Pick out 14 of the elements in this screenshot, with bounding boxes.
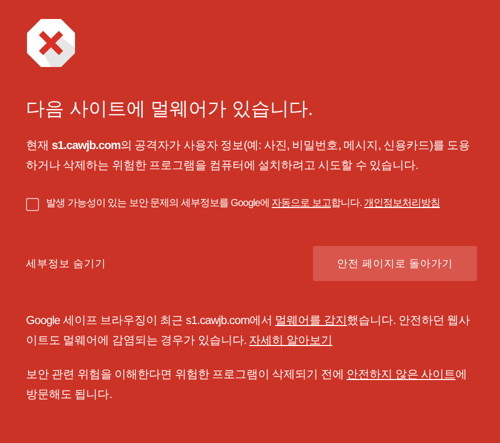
checkbox[interactable]	[26, 198, 39, 210]
link[interactable]: 자동으로 보고	[272, 198, 331, 209]
warning-text: 현재 s1.cawjb.com의 공격자가 사용자 정보(예: 사진, 비밀번호, 메시지, 신용카드)를 도용하거나 삭제하는 위험한 프로그램을 컴퓨터에 설치하려고 시도할 수 있습니다.	[26, 139, 471, 174]
link[interactable]: 개인정보처리방침	[364, 198, 440, 209]
page-heading: 다음 사이트에 멀웨어가 있습니다.	[26, 98, 314, 122]
link[interactable]: 안전하지 않은 사이트	[346, 369, 456, 381]
report-text: 발생 가능성이 있는 보안 문제의 세부정보를 Google에 자동으로 보고합니다. 개인정보처리방침	[46, 197, 440, 211]
link[interactable]: 멀웨어를 감지	[275, 315, 347, 327]
details-text: 보안 관련 위험을 이해한다면 위험한 프로그램이 삭제되기 전에 안전하지 않은 사이트에 방문해도 됩니다.	[26, 368, 468, 403]
back-to-safety-button[interactable]: 안전 페이지로 돌아가기	[313, 246, 477, 281]
link[interactable]: 자세히 알아보기	[249, 335, 332, 347]
hide-details-link[interactable]: 세부정보 숨기기	[26, 256, 106, 270]
error-icon	[26, 18, 76, 68]
details-text: Google 세이프 브라우징이 최근 s1.cawjb.com에서 멀웨어를 감지했습니다. 안전하던 웹사이트도 멀웨어에 감염되는 경우가 있습니다. 자세히 알아보기	[26, 314, 472, 349]
